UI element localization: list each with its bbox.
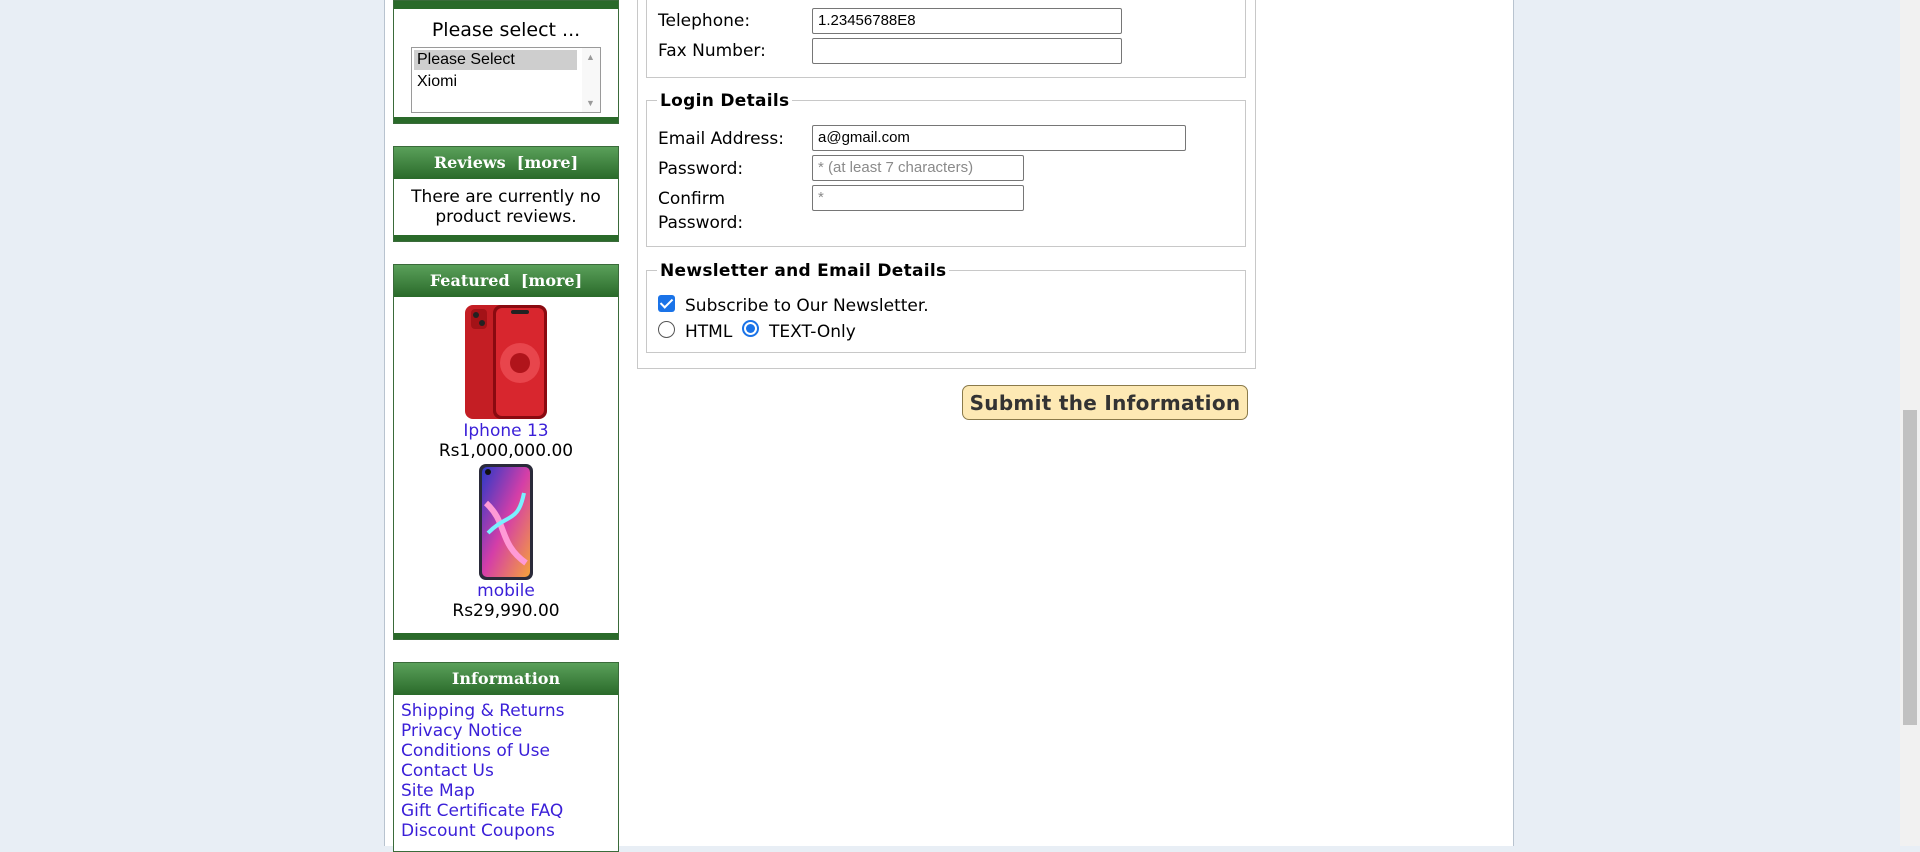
link-discount-coupons[interactable]: Discount Coupons: [401, 821, 555, 841]
format-html-radio[interactable]: [658, 321, 675, 338]
featured-title: Featured: [429, 271, 510, 290]
email-field[interactable]: a@gmail.com: [812, 125, 1186, 151]
reviews-title: Reviews: [433, 153, 506, 172]
product-link-mobile[interactable]: mobile: [477, 581, 535, 601]
telephone-label: Telephone:: [658, 11, 751, 31]
product-link-iphone-13[interactable]: Iphone 13: [463, 421, 548, 441]
featured-header: Featured [more]: [394, 265, 618, 297]
product-price: Rs29,990.00: [452, 601, 560, 621]
information-header: Information: [394, 663, 618, 695]
email-label: Email Address:: [658, 129, 784, 149]
fax-label: Fax Number:: [658, 41, 766, 61]
link-conditions-of-use[interactable]: Conditions of Use: [401, 741, 550, 761]
page-scrollbar[interactable]: [1900, 0, 1920, 846]
scrollbar-thumb[interactable]: [1903, 410, 1917, 725]
confirm-password-label-line2: Password:: [658, 213, 744, 233]
link-privacy-notice[interactable]: Privacy Notice: [401, 721, 522, 741]
box-top-bar: [394, 1, 618, 9]
format-text-radio[interactable]: [742, 320, 759, 337]
link-contact-us[interactable]: Contact Us: [401, 761, 494, 781]
reviews-empty-line1: There are currently no: [411, 187, 601, 207]
subscribe-checkbox[interactable]: [658, 295, 675, 312]
reviews-box: Reviews [more] There are currently no pr…: [393, 146, 619, 242]
reviews-empty-line2: product reviews.: [435, 207, 577, 227]
newsletter-legend: Newsletter and Email Details: [657, 261, 950, 281]
login-fieldset: Login Details Email Address: a@gmail.com…: [646, 91, 1246, 247]
contact-fieldset: Telephone: 1.23456788E8 Fax Number:: [646, 0, 1246, 78]
box-foot: [394, 117, 618, 123]
fax-field[interactable]: [812, 38, 1122, 64]
box-foot: [394, 235, 618, 241]
product-price: Rs1,000,000.00: [438, 441, 574, 461]
reviews-header: Reviews [more]: [394, 147, 618, 179]
telephone-field[interactable]: 1.23456788E8: [812, 8, 1122, 34]
option-please-select[interactable]: Please Select: [414, 50, 577, 70]
box-foot: [394, 633, 618, 639]
manufacturers-box: Please select ... Please Select Xiomi ▲ …: [393, 0, 619, 124]
confirm-password-field[interactable]: *: [812, 185, 1024, 211]
manufacturers-title: Please select ...: [431, 19, 581, 41]
option-xiomi[interactable]: Xiomi: [414, 72, 577, 92]
scroll-down-arrow-icon[interactable]: ▼: [586, 98, 595, 108]
format-html-label: HTML: [685, 322, 733, 342]
login-legend: Login Details: [657, 91, 793, 111]
password-field[interactable]: * (at least 7 characters): [812, 155, 1024, 181]
submit-button[interactable]: Submit the Information: [962, 385, 1248, 420]
featured-more-link[interactable]: [more]: [521, 271, 582, 290]
link-site-map[interactable]: Site Map: [401, 781, 475, 801]
mobile-image[interactable]: [478, 463, 534, 581]
scroll-up-arrow-icon[interactable]: ▲: [586, 52, 595, 62]
newsletter-fieldset: Newsletter and Email Details Subscribe t…: [646, 261, 1246, 353]
iphone-13-image[interactable]: [463, 303, 549, 421]
confirm-password-label-line1: Confirm: [658, 189, 726, 209]
subscribe-label: Subscribe to Our Newsletter.: [685, 296, 929, 316]
information-box: Information Shipping & Returns Privacy N…: [393, 662, 619, 852]
listbox-scrollbar[interactable]: ▲ ▼: [582, 48, 600, 112]
link-gift-certificate-faq[interactable]: Gift Certificate FAQ: [401, 801, 563, 821]
format-text-label: TEXT-Only: [769, 322, 856, 342]
featured-box: Featured [more] Iphone 13 Rs1,000,000.00: [393, 264, 619, 640]
link-shipping-returns[interactable]: Shipping & Returns: [401, 701, 565, 721]
manufacturers-select[interactable]: Please Select Xiomi ▲ ▼: [411, 47, 601, 113]
password-label: Password:: [658, 159, 744, 179]
reviews-more-link[interactable]: [more]: [517, 153, 578, 172]
